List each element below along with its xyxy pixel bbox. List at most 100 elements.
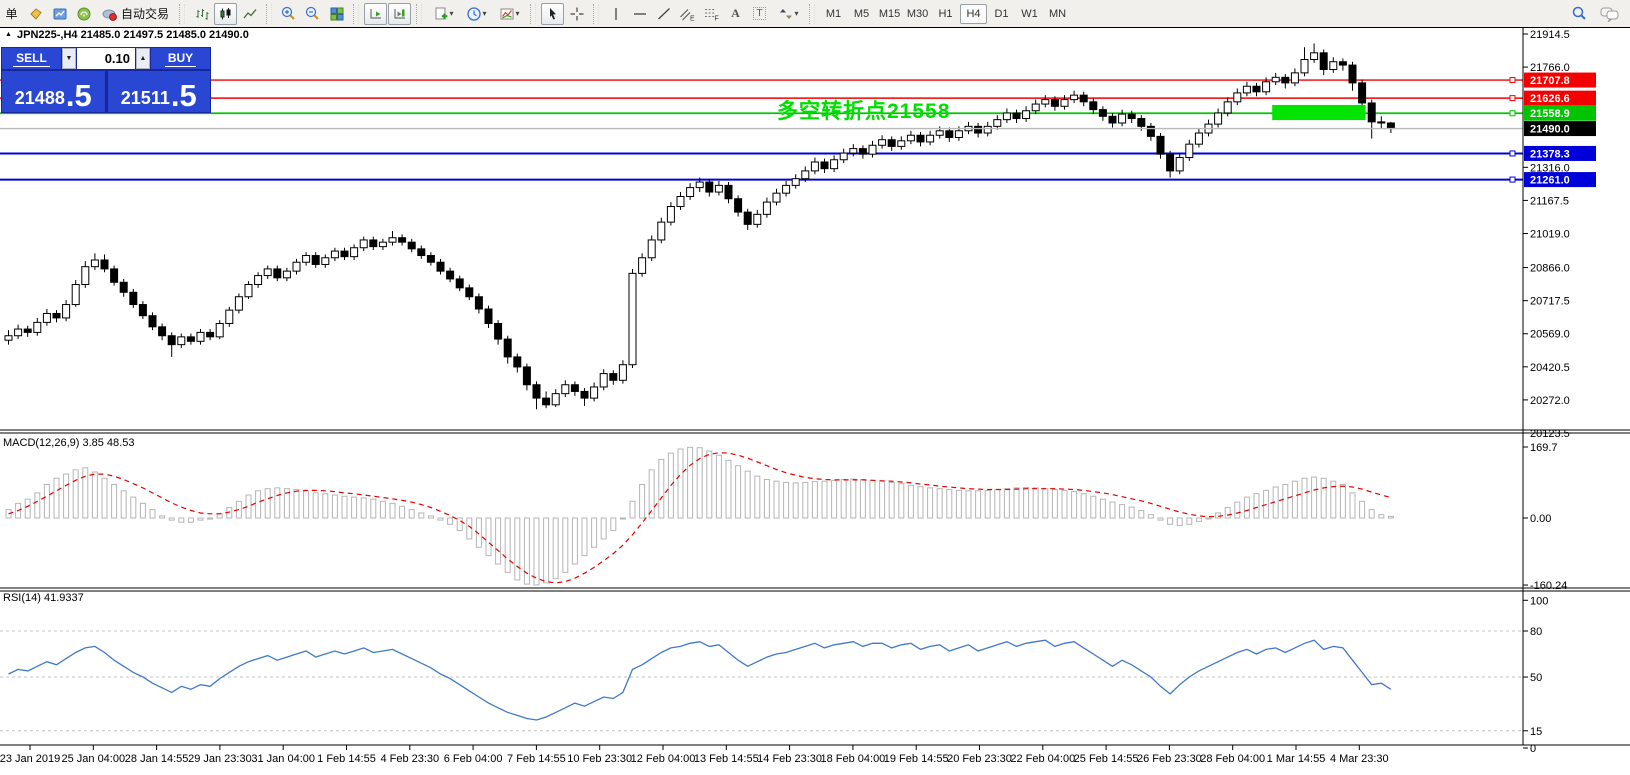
toolbar-separator bbox=[416, 3, 423, 24]
timeframe-h4[interactable]: H4 bbox=[960, 3, 988, 24]
svg-text:21019.0: 21019.0 bbox=[1530, 228, 1570, 240]
arrows-icon bbox=[779, 8, 792, 19]
fibonacci-icon: F bbox=[705, 8, 719, 22]
crosshair-tool-button[interactable] bbox=[565, 3, 588, 25]
chart-rectangle-object bbox=[1272, 104, 1366, 121]
order-icon: 单 bbox=[5, 7, 18, 21]
chart-annotation-text: 多空转折点21558 bbox=[777, 100, 951, 123]
svg-text:20569.0: 20569.0 bbox=[1530, 329, 1570, 341]
chart-window-button[interactable] bbox=[48, 3, 71, 25]
text-tool-button[interactable]: A bbox=[724, 3, 747, 25]
templates-button[interactable]: ▾ bbox=[493, 3, 525, 25]
svg-text:169.7: 169.7 bbox=[1530, 442, 1558, 454]
svg-text:21914.5: 21914.5 bbox=[1530, 29, 1570, 41]
trendline-tool-button[interactable] bbox=[652, 3, 675, 25]
timeframe-d1[interactable]: D1 bbox=[988, 4, 1015, 24]
timeframe-mn[interactable]: MN bbox=[1044, 4, 1071, 24]
chart-symbol-title: JPN225-,H4 21485.0 21497.5 21485.0 21490… bbox=[17, 29, 249, 41]
svg-text:6 Feb 04:00: 6 Feb 04:00 bbox=[444, 753, 503, 765]
volume-increase-button[interactable]: ▲ bbox=[136, 48, 150, 69]
sell-price-main: 21488 bbox=[14, 88, 65, 109]
svg-text:50: 50 bbox=[1530, 672, 1542, 684]
timeframe-w1[interactable]: W1 bbox=[1016, 4, 1043, 24]
cursor-icon bbox=[549, 7, 556, 20]
svg-text:20420.5: 20420.5 bbox=[1530, 362, 1570, 374]
text-tool-icon: A bbox=[731, 6, 740, 20]
add-indicator-icon bbox=[435, 7, 447, 19]
timeframe-m1[interactable]: M1 bbox=[820, 4, 847, 24]
svg-text:21261.0: 21261.0 bbox=[1530, 175, 1570, 187]
svg-text:0.00: 0.00 bbox=[1530, 513, 1551, 525]
buy-button[interactable]: BUY bbox=[151, 48, 210, 69]
chevron-down-icon: ▾ bbox=[794, 9, 799, 18]
periods-button[interactable]: ▾ bbox=[460, 3, 492, 25]
volume-decrease-button[interactable]: ▼ bbox=[62, 48, 76, 69]
new-order-button[interactable]: 单 bbox=[0, 3, 23, 25]
toolbar-separator bbox=[530, 3, 537, 24]
chart-shift-button[interactable] bbox=[388, 2, 412, 25]
zoom-in-button[interactable] bbox=[277, 3, 300, 25]
collapse-marker-icon[interactable]: ▲ bbox=[5, 31, 12, 38]
svg-text:29 Jan 23:30: 29 Jan 23:30 bbox=[188, 753, 252, 765]
svg-text:21707.8: 21707.8 bbox=[1530, 75, 1570, 87]
autotrade-button[interactable]: 自动交易 bbox=[96, 3, 174, 25]
timeframe-h1[interactable]: H1 bbox=[932, 4, 959, 24]
equidistant-channel-tool-button[interactable]: E bbox=[676, 3, 699, 25]
tile-windows-icon bbox=[330, 7, 344, 20]
svg-text:4 Mar 23:30: 4 Mar 23:30 bbox=[1330, 753, 1389, 765]
fibonacci-tool-button[interactable]: F bbox=[700, 3, 723, 25]
tile-windows-button[interactable] bbox=[325, 3, 348, 25]
text-label-tool-button[interactable]: T bbox=[748, 3, 771, 25]
clock-icon bbox=[466, 6, 481, 21]
svg-text:21490.0: 21490.0 bbox=[1530, 124, 1570, 136]
market-watch-button[interactable] bbox=[72, 3, 95, 25]
chat-icon[interactable] bbox=[1600, 6, 1620, 22]
timeframe-m15[interactable]: M15 bbox=[876, 4, 903, 24]
arrows-tool-button[interactable]: ▾ bbox=[772, 3, 804, 25]
timeframe-m30[interactable]: M30 bbox=[904, 4, 931, 24]
cursor-tool-button[interactable] bbox=[541, 2, 565, 25]
buy-price-main: 21511 bbox=[120, 88, 170, 109]
line-chart-icon bbox=[243, 8, 257, 18]
candlestick-chart-button[interactable] bbox=[214, 2, 238, 25]
svg-text:25 Jan 04:00: 25 Jan 04:00 bbox=[61, 753, 125, 765]
channel-icon: E bbox=[680, 8, 695, 22]
svg-text:21167.5: 21167.5 bbox=[1530, 195, 1569, 207]
svg-text:100: 100 bbox=[1530, 595, 1548, 607]
macd-layer bbox=[5, 446, 1394, 586]
macd-indicator-label: MACD(12,26,9) 3.85 48.53 bbox=[3, 437, 135, 449]
chart-chrome bbox=[0, 28, 1630, 746]
svg-text:31 Jan 04:00: 31 Jan 04:00 bbox=[251, 753, 315, 765]
toolbar-separator bbox=[179, 3, 186, 24]
search-icon[interactable] bbox=[1571, 5, 1588, 22]
vertical-line-tool-button[interactable] bbox=[604, 3, 627, 25]
timeframe-m5[interactable]: M5 bbox=[848, 4, 875, 24]
text-label-icon: T bbox=[753, 7, 766, 20]
new-order-icon-button[interactable] bbox=[24, 3, 47, 25]
zoom-out-button[interactable] bbox=[301, 3, 324, 25]
trendline-icon bbox=[657, 7, 670, 19]
svg-text:E: E bbox=[690, 15, 695, 22]
bar-chart-button[interactable] bbox=[190, 3, 213, 25]
sell-price-display[interactable]: 21488 .5 bbox=[2, 71, 105, 112]
svg-text:14 Feb 23:30: 14 Feb 23:30 bbox=[757, 753, 822, 765]
svg-text:20272.0: 20272.0 bbox=[1530, 395, 1570, 407]
volume-input[interactable]: 0.10 bbox=[77, 48, 135, 69]
line-chart-button[interactable] bbox=[238, 3, 261, 25]
svg-text:15: 15 bbox=[1530, 726, 1542, 738]
sell-button[interactable]: SELL bbox=[2, 48, 61, 69]
svg-text:20866.0: 20866.0 bbox=[1530, 263, 1570, 275]
vertical-line-icon bbox=[614, 7, 617, 20]
svg-text:80: 80 bbox=[1530, 626, 1542, 638]
svg-text:26 Feb 23:30: 26 Feb 23:30 bbox=[1137, 753, 1202, 765]
auto-scroll-button[interactable] bbox=[364, 2, 388, 25]
indicators-button[interactable]: ▾ bbox=[427, 3, 459, 25]
zoom-out-icon bbox=[305, 6, 319, 20]
one-click-trading-panel: SELL ▼ 0.10 ▲ BUY 21488 .5 21511 .5 bbox=[1, 47, 211, 113]
rsi-layer bbox=[0, 630, 1523, 732]
horizontal-line-tool-button[interactable] bbox=[628, 3, 651, 25]
order-book-icon bbox=[29, 7, 42, 20]
svg-text:20717.5: 20717.5 bbox=[1530, 296, 1570, 308]
buy-price-display[interactable]: 21511 .5 bbox=[107, 71, 210, 112]
svg-text:7 Feb 14:55: 7 Feb 14:55 bbox=[507, 753, 566, 765]
